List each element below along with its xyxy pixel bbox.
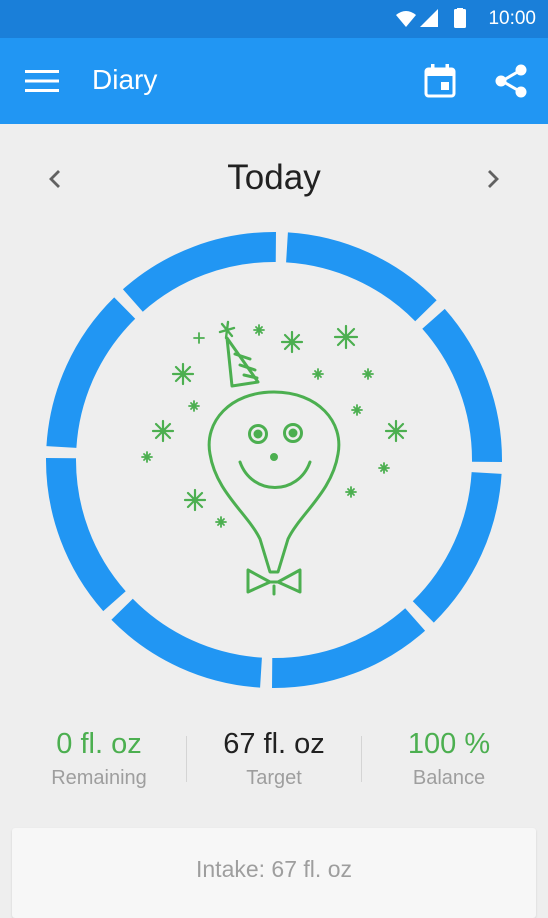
ring-segment [46,297,136,449]
target-label: Target [246,767,302,789]
stat-target: 67 fl. oz Target [186,728,362,790]
status-time: 10:00 [488,8,536,29]
app-title: Diary [92,64,158,95]
app-bar: Diary [0,38,548,124]
calendar-icon[interactable] [424,64,456,98]
ring-segment [111,598,263,688]
ring-segment [422,308,502,463]
ring-segment [412,471,502,623]
ring-segment [46,457,126,612]
share-icon[interactable] [494,63,528,99]
stat-remaining: 0 fl. oz Remaining [11,728,187,790]
ring-segment [285,232,437,322]
intake-card[interactable]: Intake: 67 fl. oz [12,828,536,918]
target-value: 67 fl. oz [223,728,325,760]
chevron-right-icon[interactable] [478,162,508,196]
intake-text: Intake: 67 fl. oz [196,856,352,882]
status-icons [396,8,466,28]
progress-ring [46,232,502,688]
hamburger-menu-icon[interactable] [25,69,59,93]
party-balloon-illustration [141,320,408,596]
balance-label: Balance [412,767,486,789]
date-label: Today [227,158,321,197]
wifi-icon [396,11,416,27]
ring-segment [271,608,426,688]
balance-value: 100 % [407,728,491,760]
remaining-label: Remaining [51,767,147,789]
stat-balance: 100 % Balance [361,728,537,790]
cell-signal-icon [420,9,438,27]
remaining-value: 0 fl. oz [56,728,142,760]
battery-icon [454,8,466,28]
ring-segment [122,232,277,312]
status-bar: 10:00 [0,0,548,38]
